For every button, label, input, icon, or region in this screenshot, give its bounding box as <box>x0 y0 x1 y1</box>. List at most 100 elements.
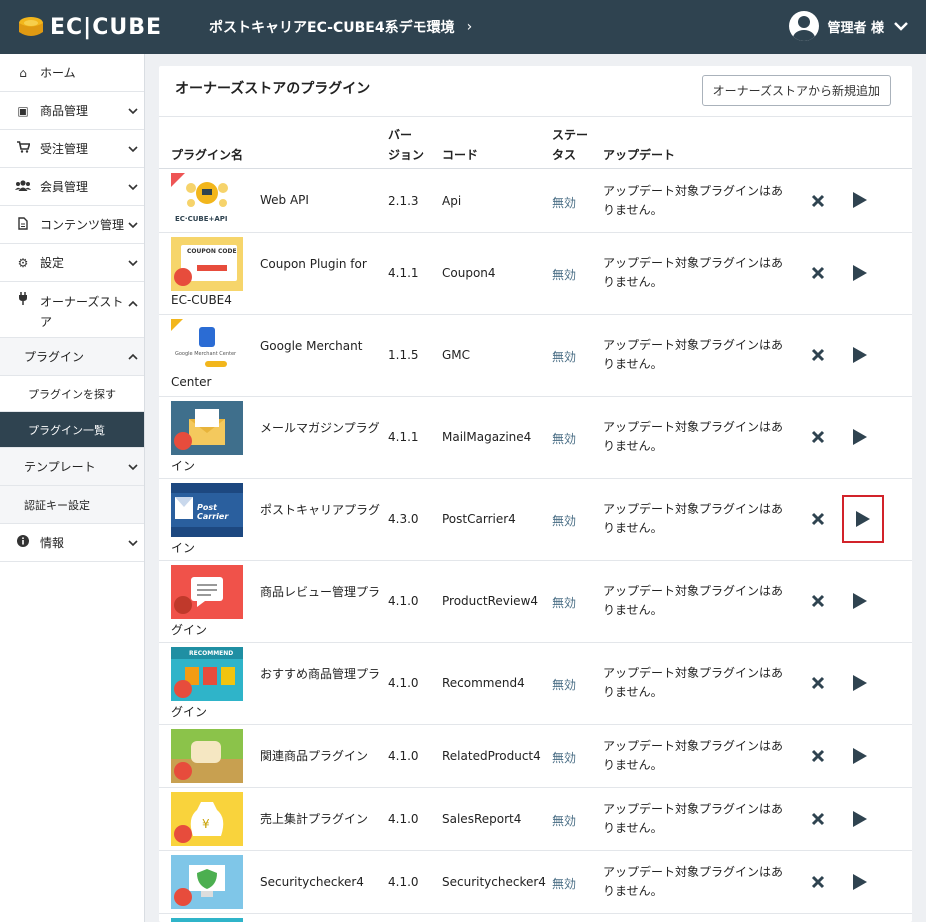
sidebar-item-members[interactable]: 会員管理 <box>0 168 144 206</box>
user-name: 管理者 様 <box>827 20 884 36</box>
chevron-up-icon[interactable] <box>128 299 138 309</box>
chevron-down-icon[interactable] <box>128 538 138 548</box>
plugin-code: PostCarrier4 <box>442 512 516 526</box>
col-version-l1: バー <box>388 128 413 142</box>
plugin-name: Securitychecker4 <box>260 875 364 889</box>
plugin-name: 商品レビュー管理プラ <box>260 585 381 599</box>
sidebar-item-settings[interactable]: ⚙ 設定 <box>0 244 144 282</box>
sidebar-item-owners-store[interactable]: オーナーズストア <box>0 282 144 338</box>
plugin-update-text: アップデート対象プラグインはあ りません。 <box>603 184 784 217</box>
plugin-thumbnail <box>171 918 243 922</box>
sidebar-item-info[interactable]: 情報 <box>0 524 144 562</box>
thumb-caption: EC·CUBE+API <box>175 215 228 223</box>
securitychecker-thumb-image <box>171 855 243 909</box>
user-avatar-icon <box>789 11 820 41</box>
delete-x-icon[interactable] <box>810 748 826 764</box>
coupon-thumb-image <box>171 237 243 291</box>
plugin-code: Securitychecker4 <box>442 875 546 889</box>
sidebar-item-label: 認証キー設定 <box>24 498 90 512</box>
sidebar-item-auth-key[interactable]: 認証キー設定 <box>0 486 144 524</box>
sidebar-item-label: オーナーズストア <box>40 295 124 329</box>
relatedproduct-thumb-image <box>171 729 243 783</box>
sidebar-item-products[interactable]: ▣ 商品管理 <box>0 92 144 130</box>
delete-x-icon[interactable] <box>810 193 826 209</box>
cart-icon <box>14 141 32 156</box>
plugin-version: 4.3.0 <box>388 512 419 526</box>
plugin-update-text: アップデート対象プラグインはあ りません。 <box>603 584 784 617</box>
chevron-down-icon[interactable] <box>894 21 908 31</box>
sidebar: ⌂ ホーム ▣ 商品管理 受注管理 会員管理 コンテンツ管理 ⚙ 設定 オーナー… <box>0 54 145 922</box>
plugin-name-cont: イン <box>171 541 196 555</box>
sidebar-item-label: ホーム <box>40 66 76 80</box>
logo-text: EC|CUBE <box>50 14 163 40</box>
plugin-update-text: アップデート対象プラグインはあ りません。 <box>603 739 784 772</box>
user-menu[interactable]: 管理者 様 <box>789 11 908 41</box>
delete-x-icon[interactable] <box>810 265 826 281</box>
chevron-down-icon[interactable] <box>128 258 138 268</box>
plugin-code: Api <box>442 194 462 208</box>
delete-x-icon[interactable] <box>810 675 826 691</box>
plugin-status: 無効 <box>552 268 577 282</box>
thumb-caption: COUPON CODE <box>187 248 237 255</box>
sidebar-item-contents[interactable]: コンテンツ管理 <box>0 206 144 244</box>
plugin-version: 4.1.0 <box>388 812 419 826</box>
enable-play-button[interactable] <box>847 424 873 450</box>
thumb-caption: Google Merchant Center <box>175 351 237 357</box>
plugin-update-text: アップデート対象プラグインはあ りません。 <box>603 256 784 289</box>
enable-play-button[interactable] <box>847 869 873 895</box>
col-status-l1: ステー <box>552 128 589 142</box>
plugin-code: SalesReport4 <box>442 812 522 826</box>
play-icon <box>853 675 867 691</box>
chevron-down-icon[interactable] <box>128 144 138 154</box>
sidebar-item-label: プラグイン <box>24 350 85 364</box>
enable-play-button[interactable] <box>847 187 873 213</box>
play-icon <box>856 511 870 527</box>
plugin-version: 1.1.5 <box>388 348 419 362</box>
enable-play-button[interactable] <box>847 670 873 696</box>
chevron-down-icon[interactable] <box>128 182 138 192</box>
plugin-name: メールマガジンプラグ <box>260 421 380 435</box>
enable-play-button[interactable] <box>847 260 873 286</box>
chevron-up-icon[interactable] <box>128 352 138 362</box>
shop-title-link[interactable]: ポストキャリアEC-CUBE4系デモ環境 <box>209 17 455 37</box>
chevron-right-icon[interactable]: › <box>467 19 473 35</box>
sidebar-item-label: 商品管理 <box>40 104 89 118</box>
enable-play-button[interactable] <box>847 342 873 368</box>
chevron-down-icon[interactable] <box>128 106 138 116</box>
enable-play-button[interactable] <box>842 495 884 543</box>
enable-play-button[interactable] <box>847 743 873 769</box>
plugin-name-cont: EC-CUBE4 <box>171 293 232 307</box>
plugin-name: おすすめ商品管理プラ <box>260 667 381 681</box>
sidebar-item-find-plugin[interactable]: プラグインを探す <box>0 376 144 412</box>
sidebar-item-plugin[interactable]: プラグイン <box>0 338 144 376</box>
chevron-down-icon[interactable] <box>128 220 138 230</box>
salesreport-thumb-image: ¥ <box>171 792 243 846</box>
plugin-status: 無効 <box>552 196 577 210</box>
plugin-update-text: アップデート対象プラグインはあ りません。 <box>603 865 784 898</box>
plugin-card: オーナーズストアのプラグイン オーナーズストアから新規追加 プラグイン名 バー … <box>159 66 912 922</box>
chevron-down-icon[interactable] <box>128 462 138 472</box>
sidebar-item-plugin-list[interactable]: プラグイン一覧 <box>0 412 144 448</box>
delete-x-icon[interactable] <box>810 347 826 363</box>
delete-x-icon[interactable] <box>810 593 826 609</box>
plugin-update-text: アップデート対象プラグインはあ りません。 <box>603 420 784 453</box>
plugin-status: 無効 <box>552 678 577 692</box>
add-from-store-button[interactable]: オーナーズストアから新規追加 <box>701 75 891 106</box>
plugin-code: MailMagazine4 <box>442 430 532 444</box>
sidebar-item-home[interactable]: ⌂ ホーム <box>0 54 144 92</box>
delete-x-icon[interactable] <box>810 429 826 445</box>
plugin-status: 無効 <box>552 814 577 828</box>
home-icon: ⌂ <box>19 65 27 80</box>
sidebar-item-template[interactable]: テンプレート <box>0 448 144 486</box>
col-plugin-name: プラグイン名 <box>171 148 244 162</box>
card-header: オーナーズストアのプラグイン オーナーズストアから新規追加 <box>159 66 912 117</box>
enable-play-button[interactable] <box>847 806 873 832</box>
plugin-thumbnail <box>171 565 243 619</box>
eccube-logo[interactable]: EC|CUBE <box>18 15 193 40</box>
delete-x-icon[interactable] <box>810 511 826 527</box>
enable-play-button[interactable] <box>847 588 873 614</box>
plugin-thumbnail: ¥ <box>171 792 243 846</box>
delete-x-icon[interactable] <box>810 874 826 890</box>
delete-x-icon[interactable] <box>810 811 826 827</box>
sidebar-item-orders[interactable]: 受注管理 <box>0 130 144 168</box>
